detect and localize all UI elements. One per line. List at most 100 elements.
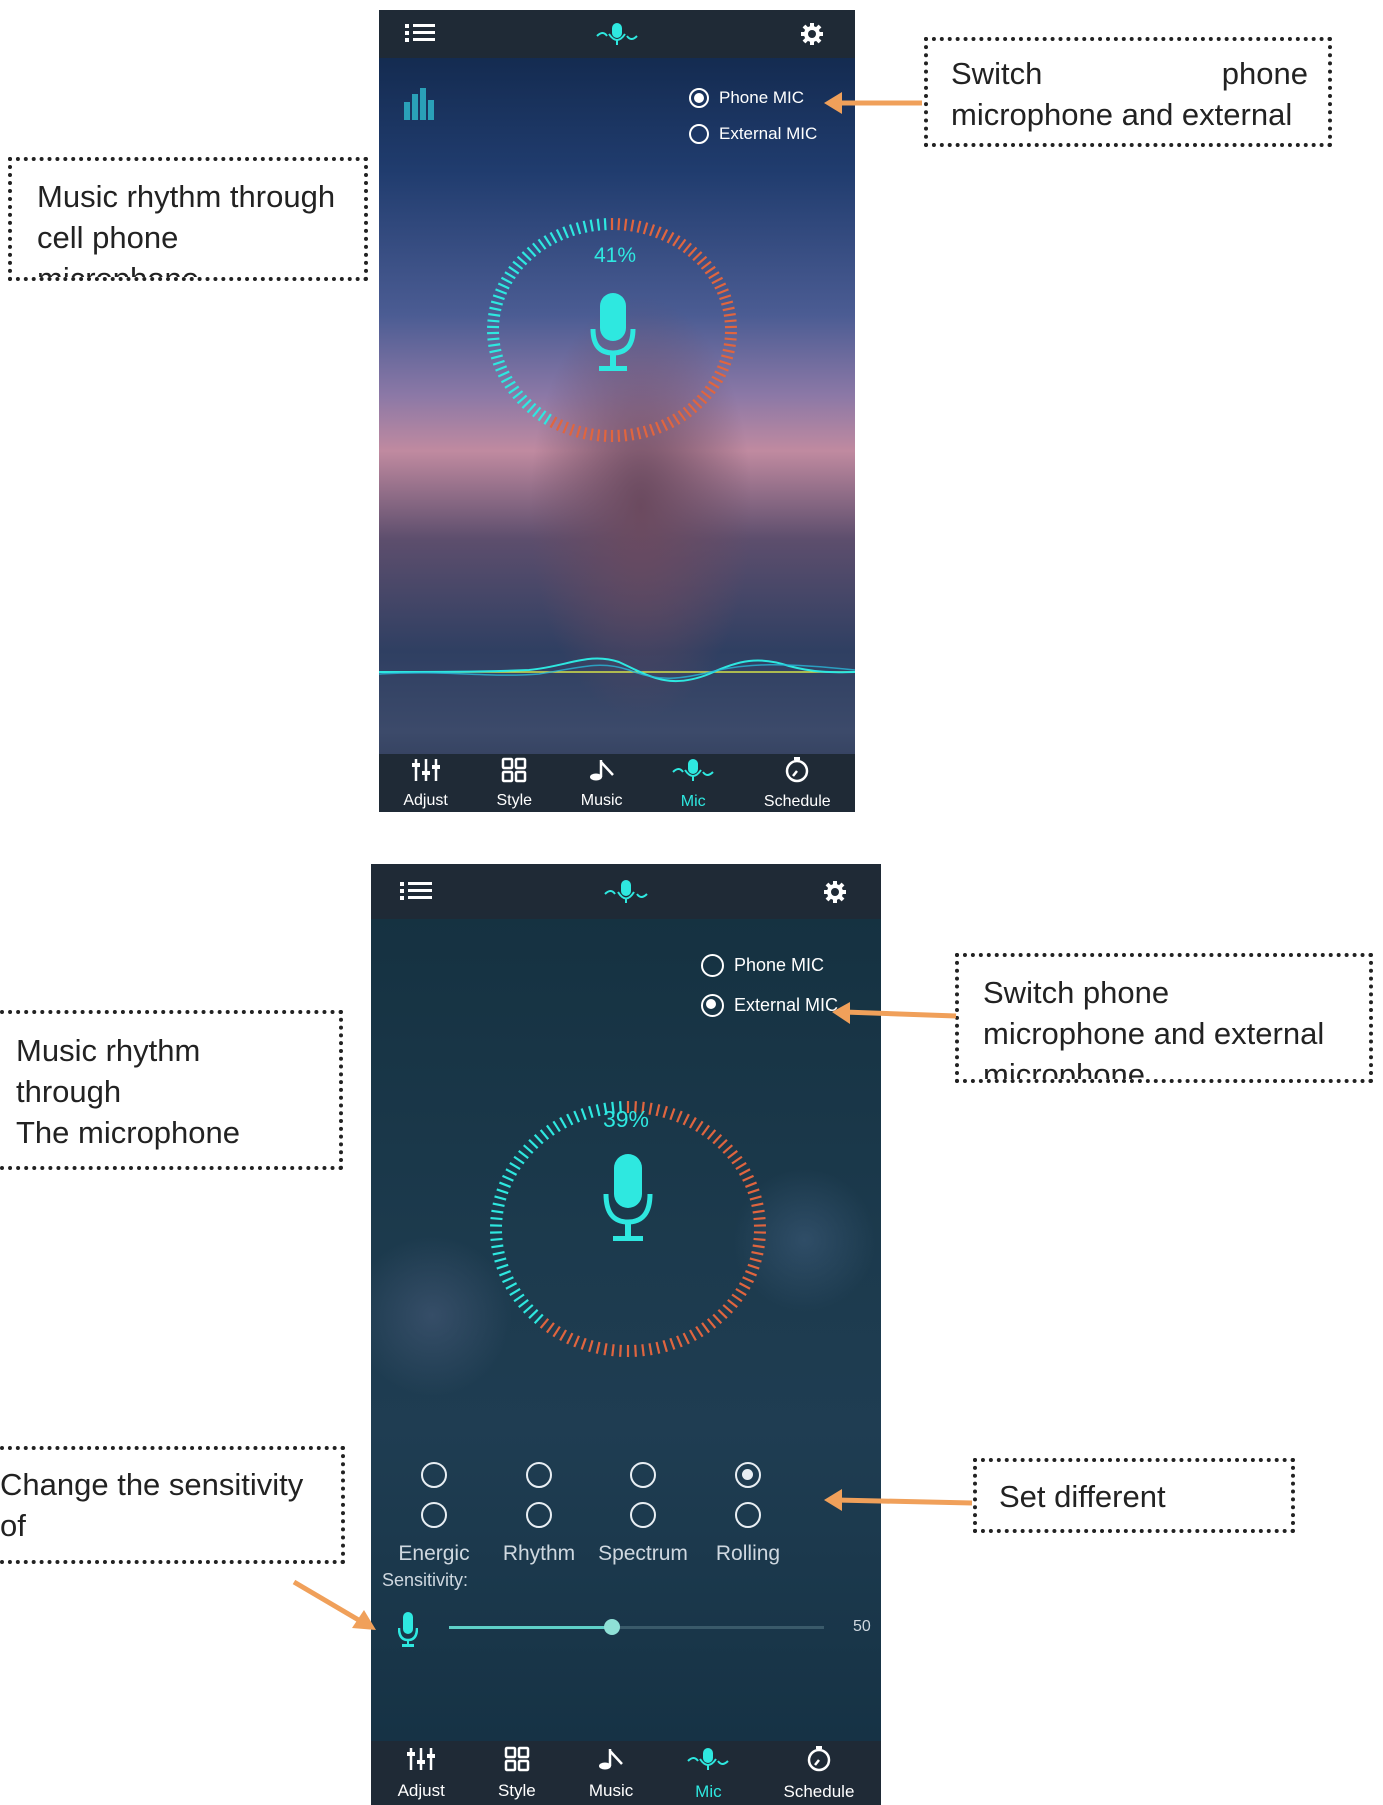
phone-mic-label: Phone MIC <box>719 88 805 107</box>
menu-list-icon[interactable] <box>400 880 432 902</box>
mode-label: Rhythm <box>502 1542 576 1565</box>
level-tick <box>490 1216 503 1221</box>
mode-radio-bottom[interactable] <box>526 1502 552 1528</box>
level-tick <box>566 1332 574 1345</box>
level-tick <box>666 416 675 429</box>
level-tick <box>752 1209 765 1214</box>
level-tick <box>552 1325 561 1338</box>
level-tick <box>492 294 505 301</box>
external-mic-radio[interactable] <box>689 124 709 144</box>
level-tick <box>549 416 558 429</box>
menu-list-icon[interactable] <box>405 22 435 44</box>
nav-music[interactable]: Music <box>589 1746 633 1801</box>
nav-label: Schedule <box>783 1781 855 1801</box>
nav-style[interactable]: Style <box>497 757 532 810</box>
external-mic-option[interactable]: External MIC <box>689 124 817 144</box>
level-tick <box>490 1237 503 1242</box>
sensitivity-label: Sensitivity: <box>382 1570 469 1590</box>
level-tick <box>504 271 516 280</box>
level-tick <box>682 1332 690 1345</box>
mode-radio-top[interactable] <box>526 1462 552 1488</box>
nav-mic[interactable]: Mic <box>686 1745 730 1802</box>
level-tick <box>648 1343 653 1356</box>
mic-wave-icon <box>686 1745 730 1778</box>
mic-wave-icon <box>671 756 715 789</box>
level-tick <box>545 1124 555 1136</box>
nav-schedule[interactable]: Schedule <box>783 1745 855 1802</box>
nav-mic[interactable]: Mic <box>671 756 715 811</box>
level-tick <box>596 218 601 231</box>
sensitivity-slider[interactable] <box>449 1619 824 1635</box>
level-tick <box>589 428 594 441</box>
level-tick <box>582 427 588 440</box>
level-tick <box>749 1195 762 1201</box>
phone-mic-radio[interactable] <box>689 88 709 108</box>
mode-radio-bottom[interactable] <box>735 1502 761 1528</box>
phone-mic-radio[interactable] <box>701 954 724 977</box>
gear-icon[interactable] <box>823 880 847 904</box>
level-tick <box>738 1282 751 1290</box>
level-tick <box>676 1335 683 1348</box>
level-tick <box>648 423 656 436</box>
level-tick <box>677 238 687 250</box>
mode-radio-bottom[interactable] <box>421 1502 447 1528</box>
nav-music[interactable]: Music <box>581 757 623 810</box>
nav-style[interactable]: Style <box>498 1746 536 1801</box>
mode-label: Rolling <box>715 1542 781 1565</box>
timer-icon <box>783 756 811 789</box>
level-tick <box>717 1139 728 1149</box>
microphone-icon[interactable] <box>603 1154 653 1246</box>
mode-radio-top[interactable] <box>735 1462 761 1488</box>
level-tick <box>654 226 662 239</box>
nav-label: Music <box>580 791 623 809</box>
phone-mic-option[interactable]: Phone MIC <box>701 954 824 977</box>
mode-radio-top[interactable] <box>630 1462 656 1488</box>
mode-radio-bottom[interactable] <box>630 1502 656 1528</box>
level-tick <box>575 425 582 438</box>
sensitivity-slider-thumb[interactable] <box>604 1619 621 1635</box>
level-tick <box>532 406 542 418</box>
level-tick <box>712 1313 723 1325</box>
external-mic-radio[interactable] <box>701 994 724 1017</box>
level-tick <box>623 218 628 231</box>
sliders-icon <box>407 1746 436 1777</box>
level-tick <box>753 1216 766 1221</box>
level-tick <box>539 1318 550 1329</box>
level-tick <box>660 419 669 431</box>
level-tick <box>516 394 528 405</box>
phone-mic-option[interactable]: Phone MIC <box>689 88 804 108</box>
level-tick <box>696 255 708 266</box>
level-tick <box>528 1309 539 1319</box>
level-tick <box>497 370 510 378</box>
external-mic-label: External MIC <box>734 995 839 1015</box>
sensitivity-slider-fill <box>449 1626 613 1629</box>
screen-phone-mic: Phone MIC External MIC 41% Adjust Style Mu… <box>379 10 855 812</box>
level-tick <box>492 1250 505 1256</box>
gear-icon[interactable] <box>800 22 824 46</box>
microphone-icon[interactable] <box>590 293 636 375</box>
level-tick <box>721 354 734 360</box>
level-tick <box>731 1293 743 1303</box>
level-tick <box>512 390 524 400</box>
level-tick <box>555 229 564 241</box>
bottom-nav: Adjust Style Music Mic Schedule <box>379 754 855 812</box>
external-mic-option[interactable]: External MIC <box>701 994 838 1017</box>
level-tick <box>489 348 502 354</box>
level-tick <box>522 1304 534 1314</box>
level-tick <box>636 220 642 233</box>
level-tick <box>617 218 621 231</box>
level-tick <box>489 306 502 312</box>
callout-text: Music rhythm through cell phone micropho… <box>37 179 336 281</box>
music-note-icon <box>587 757 617 788</box>
nav-adjust[interactable]: Adjust <box>403 757 448 810</box>
level-tick <box>634 1344 637 1357</box>
equalizer-bars-icon[interactable] <box>404 88 436 120</box>
mode-radio-top[interactable] <box>421 1462 447 1488</box>
nav-adjust[interactable]: Adjust <box>398 1746 445 1801</box>
level-tick <box>704 265 716 275</box>
nav-schedule[interactable]: Schedule <box>764 756 831 811</box>
level-tick <box>496 1263 509 1270</box>
level-tick <box>711 375 724 384</box>
mode-spectrum: Spectrum <box>583 1462 703 1566</box>
grid-icon <box>501 757 527 788</box>
